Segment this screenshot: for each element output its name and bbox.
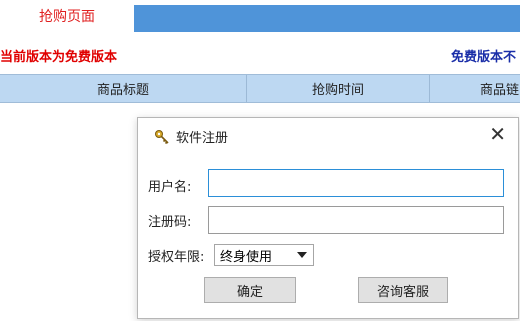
license-term-select[interactable]: 终身使用 [214, 244, 314, 266]
tab-strip: 抢购页面 [0, 0, 520, 32]
tab-bar-background [134, 5, 520, 32]
username-input[interactable] [208, 169, 504, 197]
registration-dialog: 软件注册 ✕ 用户名: 注册码: 授权年限: 终身使用 确定 咨询客服 [137, 117, 519, 319]
username-label: 用户名: [148, 180, 192, 195]
dialog-title: 软件注册 [176, 131, 229, 146]
key-icon [154, 129, 170, 145]
free-version-notice: 当前版本为免费版本 [0, 50, 118, 65]
tab-flash-sale-page[interactable]: 抢购页面 [0, 0, 134, 32]
column-header-title[interactable]: 商品标题 [0, 75, 247, 102]
table-header: 商品标题 抢购时间 商品链 [0, 74, 520, 103]
close-icon[interactable]: ✕ [489, 122, 506, 146]
contact-support-button[interactable]: 咨询客服 [358, 277, 448, 303]
registration-code-label: 注册码: [148, 215, 192, 230]
column-header-time[interactable]: 抢购时间 [247, 75, 430, 102]
column-header-link[interactable]: 商品链 [430, 75, 520, 102]
license-term-label: 授权年限: [148, 250, 205, 265]
dialog-title-bar: 软件注册 [154, 127, 228, 146]
free-version-notice-right: 免费版本不 [451, 50, 517, 65]
registration-code-input[interactable] [208, 206, 504, 234]
license-term-selected: 终身使用 [220, 249, 273, 265]
confirm-button[interactable]: 确定 [204, 277, 296, 303]
dropdown-arrow-icon [297, 252, 307, 258]
